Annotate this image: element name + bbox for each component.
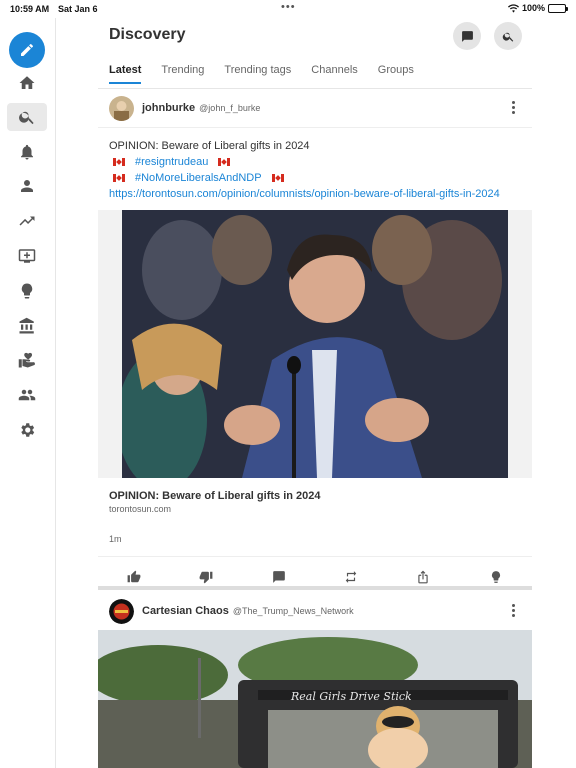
donate-icon bbox=[18, 352, 35, 368]
sidebar-item-bank[interactable] bbox=[7, 312, 47, 340]
sidebar-item-groups[interactable] bbox=[7, 381, 47, 409]
chat-icon bbox=[461, 30, 473, 42]
home-icon bbox=[19, 76, 35, 89]
comment-icon[interactable] bbox=[272, 570, 286, 584]
sidebar-item-profile[interactable] bbox=[7, 172, 47, 200]
gear-icon bbox=[21, 423, 35, 437]
tv-icon bbox=[18, 249, 36, 263]
sidebar-item-notifications[interactable] bbox=[7, 138, 47, 166]
news-photo bbox=[122, 210, 508, 478]
sidebar-item-ideas[interactable] bbox=[7, 277, 47, 305]
status-date: Sat Jan 6 bbox=[58, 4, 98, 14]
sidebar-item-tv[interactable] bbox=[7, 242, 47, 270]
hashtag-link[interactable]: #resigntrudeau bbox=[135, 154, 208, 170]
more-options-icon[interactable] bbox=[512, 604, 516, 619]
status-bar: 10:59 AM Sat Jan 6 ••• 100% bbox=[0, 0, 576, 18]
sidebar bbox=[0, 18, 56, 768]
sidebar-item-settings[interactable] bbox=[7, 416, 47, 444]
post-body: OPINION: Beware of Liberal gifts in 2024… bbox=[98, 127, 532, 202]
search-icon bbox=[19, 111, 34, 125]
lightbulb-icon bbox=[21, 283, 33, 299]
link-title[interactable]: OPINION: Beware of Liberal gifts in 2024 bbox=[98, 478, 532, 502]
messages-button[interactable] bbox=[453, 22, 481, 50]
bell-icon bbox=[21, 144, 33, 160]
tab-groups[interactable]: Groups bbox=[378, 64, 414, 84]
tab-bar: Latest Trending Trending tags Channels G… bbox=[109, 64, 414, 84]
post-url[interactable]: https://torontosun.com/opinion/columnist… bbox=[109, 186, 521, 202]
canada-flag-icon bbox=[218, 158, 231, 166]
compose-button[interactable] bbox=[9, 32, 45, 68]
tab-channels[interactable]: Channels bbox=[311, 64, 357, 84]
author-handle[interactable]: @john_f_burke bbox=[199, 103, 260, 113]
author-handle[interactable]: @The_Trump_News_Network bbox=[233, 606, 354, 616]
share-icon[interactable] bbox=[416, 570, 430, 584]
action-bar bbox=[98, 556, 532, 596]
status-right: 100% bbox=[507, 3, 568, 13]
search-icon bbox=[502, 32, 513, 42]
battery-percent: 100% bbox=[521, 3, 545, 13]
hashtag-line: #resigntrudeau bbox=[109, 154, 521, 170]
wifi-icon bbox=[507, 3, 519, 13]
post-card: Cartesian Chaos @The_Trump_News_Network … bbox=[98, 592, 532, 768]
sidebar-item-donate[interactable] bbox=[7, 346, 47, 374]
pencil-icon bbox=[21, 43, 33, 56]
post-separator bbox=[98, 586, 532, 590]
battery-icon bbox=[548, 3, 568, 13]
link-domain: torontosun.com bbox=[109, 504, 172, 514]
hashtag-line: #NoMoreLiberalsAndNDP bbox=[109, 170, 521, 186]
search-button[interactable] bbox=[494, 22, 522, 50]
canada-flag-icon bbox=[271, 174, 284, 182]
person-icon bbox=[21, 180, 33, 192]
tab-trending-tags[interactable]: Trending tags bbox=[224, 64, 291, 84]
sidebar-item-trending[interactable] bbox=[7, 207, 47, 235]
repost-icon[interactable] bbox=[344, 570, 358, 584]
post-header: johnburke @john_f_burke bbox=[98, 89, 532, 127]
people-icon bbox=[18, 389, 36, 401]
canada-flag-icon bbox=[113, 174, 125, 182]
avatar[interactable] bbox=[109, 95, 134, 121]
status-time: 10:59 AM bbox=[10, 4, 50, 14]
sidebar-item-home[interactable] bbox=[7, 69, 47, 97]
post-card: johnburke @john_f_burke OPINION: Beware … bbox=[98, 89, 532, 596]
sidebar-item-search[interactable] bbox=[7, 103, 47, 131]
post-text: OPINION: Beware of Liberal gifts in 2024 bbox=[109, 140, 310, 152]
post-timestamp: 1m bbox=[109, 534, 122, 544]
lightbulb-icon[interactable] bbox=[489, 570, 503, 584]
page-title: Discovery bbox=[109, 26, 186, 43]
bank-icon bbox=[19, 317, 34, 334]
author-name[interactable]: johnburke bbox=[142, 102, 195, 114]
more-options-icon[interactable] bbox=[512, 101, 516, 116]
canada-flag-icon bbox=[113, 158, 125, 166]
decal-text: Real Girls Drive Stick bbox=[290, 690, 412, 703]
tab-latest[interactable]: Latest bbox=[109, 64, 142, 84]
thumbs-down-icon[interactable] bbox=[199, 570, 213, 584]
author-name[interactable]: Cartesian Chaos bbox=[142, 605, 229, 617]
link-preview-image[interactable] bbox=[98, 210, 532, 478]
avatar[interactable] bbox=[109, 598, 134, 624]
post-header: Cartesian Chaos @The_Trump_News_Network bbox=[98, 592, 532, 630]
post-image[interactable]: Real Girls Drive Stick bbox=[98, 630, 532, 768]
trending-icon bbox=[19, 216, 35, 226]
hashtag-link[interactable]: #NoMoreLiberalsAndNDP bbox=[135, 170, 262, 186]
thumbs-up-icon[interactable] bbox=[127, 570, 141, 584]
tab-trending[interactable]: Trending bbox=[161, 64, 204, 84]
multitask-dots[interactable]: ••• bbox=[281, 1, 296, 13]
jeep-photo: Real Girls Drive Stick bbox=[98, 630, 532, 768]
